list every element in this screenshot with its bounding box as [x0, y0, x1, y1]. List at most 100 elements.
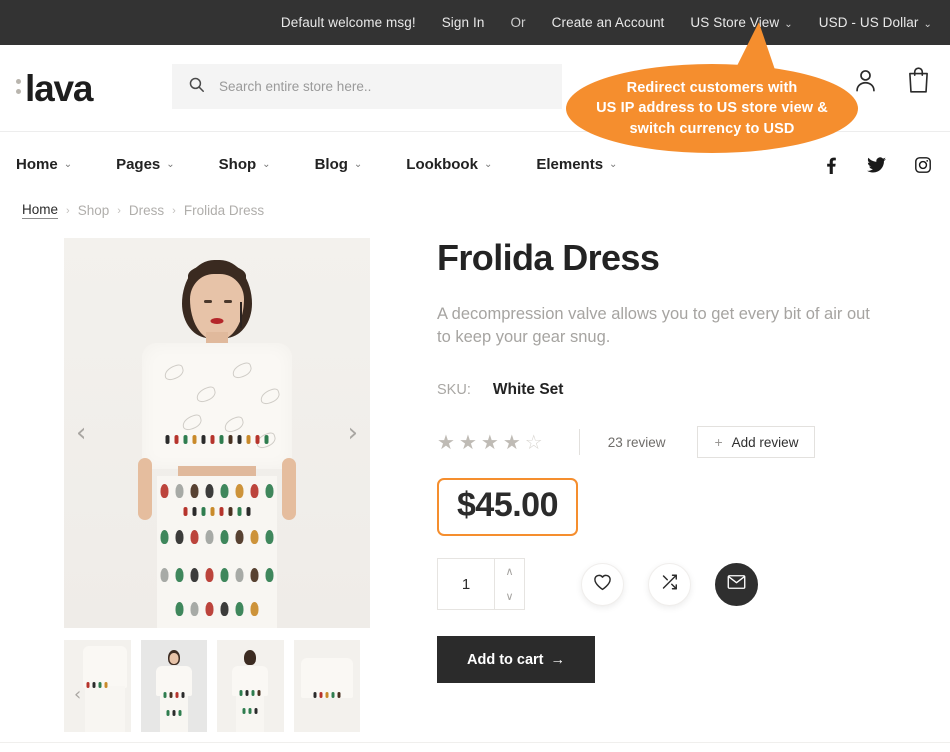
callout-line-2: US IP address to US store view & [596, 100, 828, 117]
chevron-down-icon: ⌄ [483, 158, 493, 170]
envelope-icon [727, 574, 746, 595]
arrow-right-icon: → [550, 651, 566, 668]
chevron-down-icon: ⌄ [609, 158, 618, 170]
top-utility-bar: Default welcome msg! Sign In Or Create a… [0, 0, 950, 45]
site-logo[interactable]: lava [16, 70, 161, 107]
or-label: Or [510, 15, 526, 30]
nav-item-blog[interactable]: Blog ⌄ [315, 156, 363, 173]
sku-row: SKU: White Set [437, 381, 917, 399]
logo-text: lava [25, 67, 93, 109]
star-rating[interactable]: ★ ★ ★ ★ ☆ [437, 432, 543, 452]
breadcrumb-item-home[interactable]: Home [22, 202, 59, 219]
nav-item-shop[interactable]: Shop ⌄ [219, 156, 271, 173]
callout-bubble: Redirect customers with US IP address to… [566, 64, 858, 153]
add-review-label: Add review [731, 434, 799, 450]
sign-in-link[interactable]: Sign In [442, 15, 485, 30]
quantity-decrease-icon[interactable]: ∨ [495, 584, 524, 609]
breadcrumb: Home › Shop › Dress › Frolida Dress [22, 202, 264, 219]
twitter-icon[interactable] [867, 156, 886, 179]
chevron-down-icon: ⌄ [923, 19, 932, 30]
breadcrumb-separator: › [66, 204, 70, 217]
product-main-image[interactable]: ‹ › [64, 238, 370, 628]
price-highlight-box: $45.00 [437, 478, 578, 537]
add-review-button[interactable]: + Add review [697, 426, 816, 459]
product-gallery: ‹ › [64, 238, 370, 628]
welcome-message: Default welcome msg! [280, 15, 416, 30]
quantity-value[interactable]: 1 [438, 559, 494, 609]
header-icon-group [852, 66, 932, 99]
divider [578, 429, 580, 456]
cart-icon[interactable] [905, 66, 932, 99]
callout-text: Redirect customers with US IP address to… [580, 78, 844, 140]
gallery-prev-arrow-icon[interactable]: ‹ [76, 420, 86, 446]
page-bottom-divider [0, 742, 950, 743]
product-title: Frolida Dress [437, 237, 660, 278]
sku-label: SKU: [437, 382, 471, 399]
plus-icon: + [714, 434, 723, 451]
nav-label: Lookbook [406, 155, 478, 173]
product-price: $45.00 [457, 486, 559, 525]
logo-dots-icon [16, 79, 21, 97]
rating-row: ★ ★ ★ ★ ☆ 23 review + Add review [437, 426, 917, 459]
social-links [823, 156, 932, 179]
nav-label: Shop [218, 155, 257, 173]
product-description: A decompression valve allows you to get … [437, 304, 870, 347]
search-input[interactable] [219, 79, 549, 94]
breadcrumb-item-current: Frolida Dress [183, 203, 265, 218]
breadcrumb-separator: › [117, 204, 121, 217]
add-to-cart-label: Add to cart [466, 651, 544, 668]
thumbnail-item[interactable] [140, 640, 207, 732]
callout-line-1: Redirect customers with [626, 79, 798, 96]
chevron-down-icon: ⌄ [166, 158, 175, 170]
nav-item-home[interactable]: Home ⌄ [16, 156, 72, 173]
thumbnail-item[interactable] [293, 640, 360, 732]
callout-line-3: switch currency to USD [629, 120, 795, 137]
review-count: 23 review [607, 434, 666, 450]
thumbnail-item[interactable] [217, 640, 284, 732]
annotation-callout: Redirect customers with US IP address to… [566, 19, 858, 153]
chevron-down-icon: ⌄ [262, 158, 271, 170]
product-details: Frolida Dress A decompression valve allo… [437, 237, 917, 684]
nav-label: Pages [116, 155, 161, 173]
nav-item-pages[interactable]: Pages ⌄ [116, 156, 175, 173]
product-actions: 1 ∧ ∨ [437, 558, 917, 611]
heart-icon [593, 573, 612, 596]
product-page: Default welcome msg! Sign In Or Create a… [0, 0, 950, 752]
thumbnail-prev-arrow-icon[interactable]: ‹ [74, 684, 81, 705]
star-icon: ★ [458, 430, 477, 455]
currency-selector[interactable]: USD - US Dollar ⌄ [819, 15, 932, 30]
add-to-cart-button[interactable]: Add to cart → [437, 636, 595, 684]
wishlist-button[interactable] [581, 562, 624, 606]
breadcrumb-separator: › [172, 204, 176, 217]
search-bar[interactable] [172, 64, 562, 109]
quantity-increase-icon[interactable]: ∧ [495, 559, 524, 584]
compare-button[interactable] [648, 562, 691, 606]
instagram-icon[interactable] [914, 156, 932, 179]
breadcrumb-item-shop[interactable]: Shop [78, 203, 110, 218]
star-icon: ★ [437, 430, 455, 455]
chevron-down-icon: ⌄ [63, 158, 73, 170]
quantity-steps: ∧ ∨ [494, 559, 524, 610]
create-account-link[interactable]: Create an Account [552, 15, 665, 30]
breadcrumb-item-dress[interactable]: Dress [129, 203, 164, 218]
shuffle-icon [660, 573, 679, 596]
star-icon: ★ [480, 430, 499, 455]
quantity-stepper[interactable]: 1 ∧ ∨ [437, 558, 525, 611]
email-button[interactable] [715, 562, 758, 606]
nav-item-elements[interactable]: Elements ⌄ [536, 156, 617, 173]
nav-item-lookbook[interactable]: Lookbook ⌄ [406, 156, 492, 173]
search-icon [188, 76, 205, 98]
nav-label: Elements [536, 155, 604, 173]
facebook-icon[interactable] [823, 156, 839, 179]
star-icon: ★ [502, 430, 521, 455]
nav-label: Home [16, 155, 58, 173]
product-thumbnail-strip: ‹ [64, 638, 370, 734]
gallery-next-arrow-icon[interactable]: › [348, 420, 358, 446]
nav-items: Home ⌄ Pages ⌄ Shop ⌄ Blog ⌄ Lookbook ⌄ … [16, 156, 661, 173]
nav-label: Blog [314, 155, 348, 173]
sku-value: White Set [492, 381, 564, 399]
chevron-down-icon: ⌄ [353, 158, 363, 170]
currency-label: USD - US Dollar [818, 15, 919, 30]
star-outline-icon: ☆ [524, 430, 543, 455]
product-photo [64, 238, 370, 628]
